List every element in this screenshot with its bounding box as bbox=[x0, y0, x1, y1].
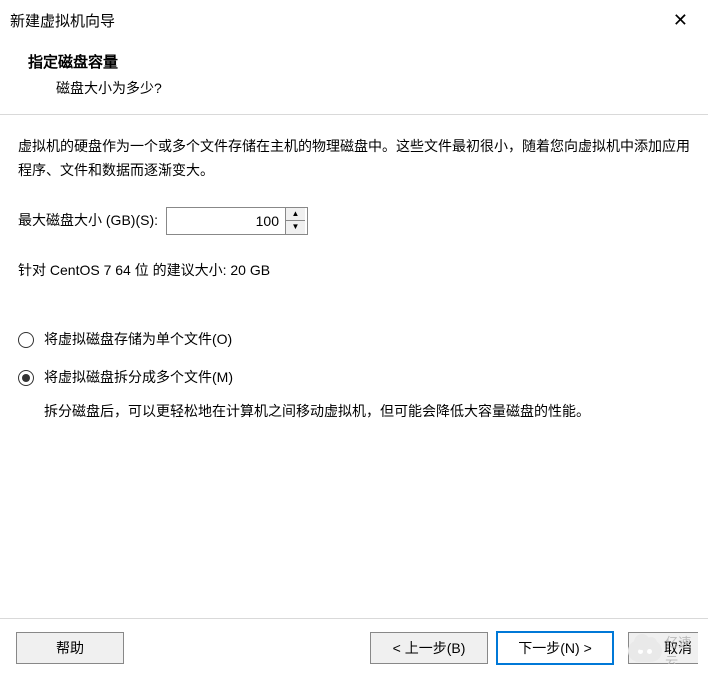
recommendation-text: 针对 CentOS 7 64 位 的建议大小: 20 GB bbox=[18, 259, 690, 283]
help-button[interactable]: 帮助 bbox=[16, 632, 124, 664]
disk-size-input[interactable] bbox=[167, 208, 285, 234]
radio-single-label: 将虚拟磁盘存储为单个文件(O) bbox=[44, 328, 232, 352]
next-button[interactable]: 下一步(N) > bbox=[496, 631, 614, 665]
close-icon[interactable]: ✕ bbox=[667, 8, 694, 33]
header-title: 指定磁盘容量 bbox=[28, 51, 680, 72]
header-subtitle: 磁盘大小为多少? bbox=[56, 78, 680, 98]
radio-single-file[interactable]: 将虚拟磁盘存储为单个文件(O) bbox=[18, 328, 690, 352]
disk-size-spinner[interactable]: ▲ ▼ bbox=[166, 207, 308, 235]
radio-split-label: 将虚拟磁盘拆分成多个文件(M) bbox=[44, 366, 233, 390]
wizard-footer: 帮助 < 上一步(B) 下一步(N) > 取消 亿速云 bbox=[0, 618, 708, 677]
disk-size-row: 最大磁盘大小 (GB)(S): ▲ ▼ bbox=[18, 207, 690, 235]
description-text: 虚拟机的硬盘作为一个或多个文件存储在主机的物理磁盘中。这些文件最初很小，随着您向… bbox=[18, 135, 690, 183]
split-hint-text: 拆分磁盘后，可以更轻松地在计算机之间移动虚拟机，但可能会降低大容量磁盘的性能。 bbox=[44, 400, 690, 424]
radio-icon bbox=[18, 370, 34, 386]
spinner-up-icon[interactable]: ▲ bbox=[286, 208, 305, 222]
spinner-down-icon[interactable]: ▼ bbox=[286, 221, 305, 234]
cancel-button[interactable]: 取消 bbox=[628, 632, 698, 664]
window-title: 新建虚拟机向导 bbox=[10, 10, 115, 31]
back-button[interactable]: < 上一步(B) bbox=[370, 632, 488, 664]
radio-split-files[interactable]: 将虚拟磁盘拆分成多个文件(M) bbox=[18, 366, 690, 390]
wizard-header: 指定磁盘容量 磁盘大小为多少? bbox=[0, 41, 708, 114]
disk-size-label: 最大磁盘大小 (GB)(S): bbox=[18, 209, 158, 233]
radio-icon bbox=[18, 332, 34, 348]
